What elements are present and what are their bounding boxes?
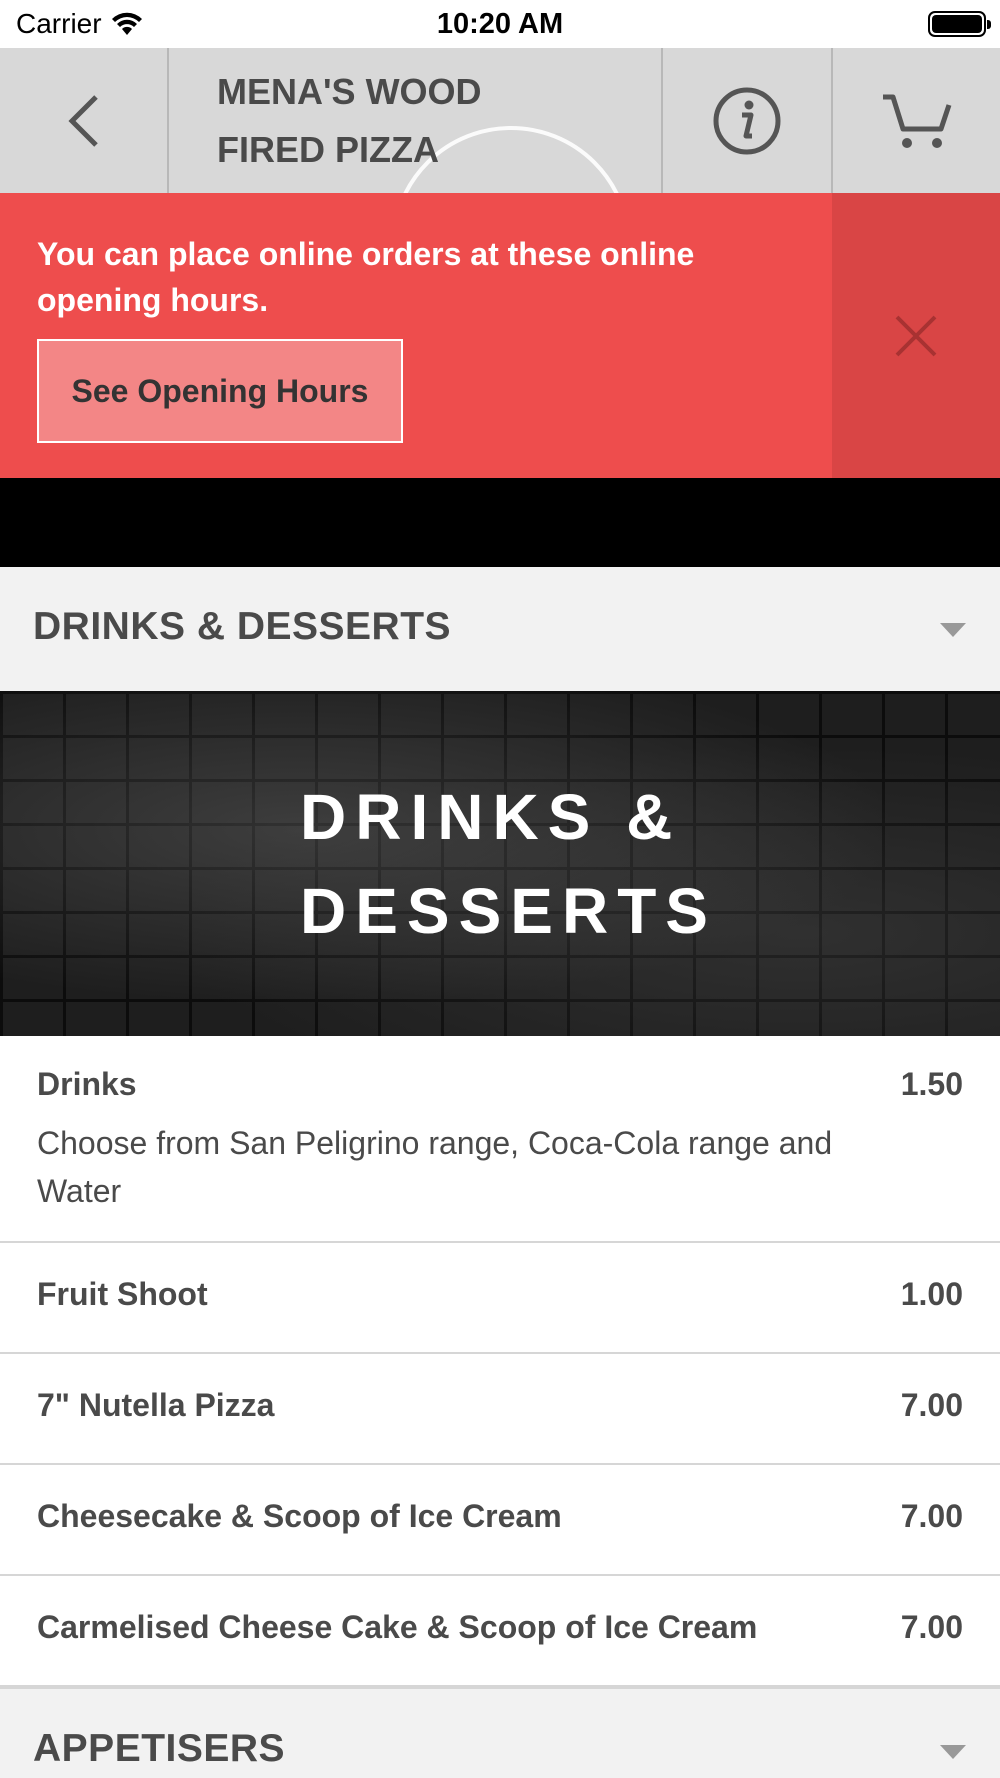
- menu-item-name: 7" Nutella Pizza: [37, 1387, 275, 1423]
- app-header: MENA'S WOOD FIRED PIZZA: [0, 48, 1000, 193]
- see-opening-hours-button[interactable]: See Opening Hours: [37, 339, 403, 443]
- close-icon: [893, 313, 939, 359]
- info-icon: [712, 86, 782, 156]
- menu-item-name: Cheesecake & Scoop of Ice Cream: [37, 1498, 562, 1534]
- menu-item-cheesecake[interactable]: Cheesecake & Scoop of Ice Cream 7.00: [0, 1465, 1000, 1576]
- status-bar: Carrier 10:20 AM: [0, 0, 1000, 48]
- category-appetisers[interactable]: APPETISERS: [0, 1687, 1000, 1778]
- menu-item-price: 1.00: [900, 1276, 963, 1312]
- caret-down-icon: [940, 1745, 966, 1759]
- info-button[interactable]: [663, 48, 833, 193]
- menu-item-fruit-shoot[interactable]: Fruit Shoot 1.00: [0, 1243, 1000, 1354]
- banner-close-button[interactable]: [832, 193, 1000, 478]
- menu-item-carmelised-cheesecake[interactable]: Carmelised Cheese Cake & Scoop of Ice Cr…: [0, 1576, 1000, 1687]
- battery-icon: [928, 11, 991, 37]
- menu-item-price: 7.00: [900, 1609, 963, 1645]
- ordering-hours-banner: You can place online orders at these onl…: [0, 193, 1000, 478]
- cart-icon: [881, 91, 953, 151]
- menu-item-nutella-pizza[interactable]: 7" Nutella Pizza 7.00: [0, 1354, 1000, 1465]
- menu-item-price: 1.50: [900, 1066, 963, 1102]
- menu-item-description: Choose from San Peligrino range, Coca-Co…: [37, 1125, 833, 1209]
- category-banner-title: DRINKS & DESSERTS: [300, 780, 717, 947]
- chevron-left-icon: [64, 93, 104, 149]
- menu-item-name: Drinks: [37, 1066, 137, 1102]
- menu-item-price: 7.00: [900, 1498, 963, 1534]
- menu-item-name: Carmelised Cheese Cake & Scoop of Ice Cr…: [37, 1609, 758, 1645]
- category-label: DRINKS & DESSERTS: [33, 605, 452, 648]
- menu-item-drinks[interactable]: Drinks 1.50 Choose from San Peligrino ra…: [0, 1036, 1000, 1243]
- menu-item-name: Fruit Shoot: [37, 1276, 208, 1312]
- page-title: MENA'S WOOD FIRED PIZZA: [217, 70, 482, 170]
- cart-button[interactable]: [833, 48, 1000, 193]
- menu-item-list: Drinks 1.50 Choose from San Peligrino ra…: [0, 1036, 1000, 1687]
- menu-item-price: 7.00: [900, 1387, 963, 1423]
- category-label: APPETISERS: [33, 1727, 286, 1770]
- caret-down-icon: [940, 623, 966, 637]
- category-drinks-desserts[interactable]: DRINKS & DESSERTS: [0, 567, 1000, 691]
- banner-message: You can place online orders at these onl…: [37, 236, 695, 318]
- category-banner-image: DRINKS & DESSERTS: [0, 691, 1000, 1036]
- restaurant-title-area: MENA'S WOOD FIRED PIZZA: [169, 48, 663, 193]
- status-time: 10:20 AM: [436, 8, 564, 40]
- back-button[interactable]: [0, 48, 169, 193]
